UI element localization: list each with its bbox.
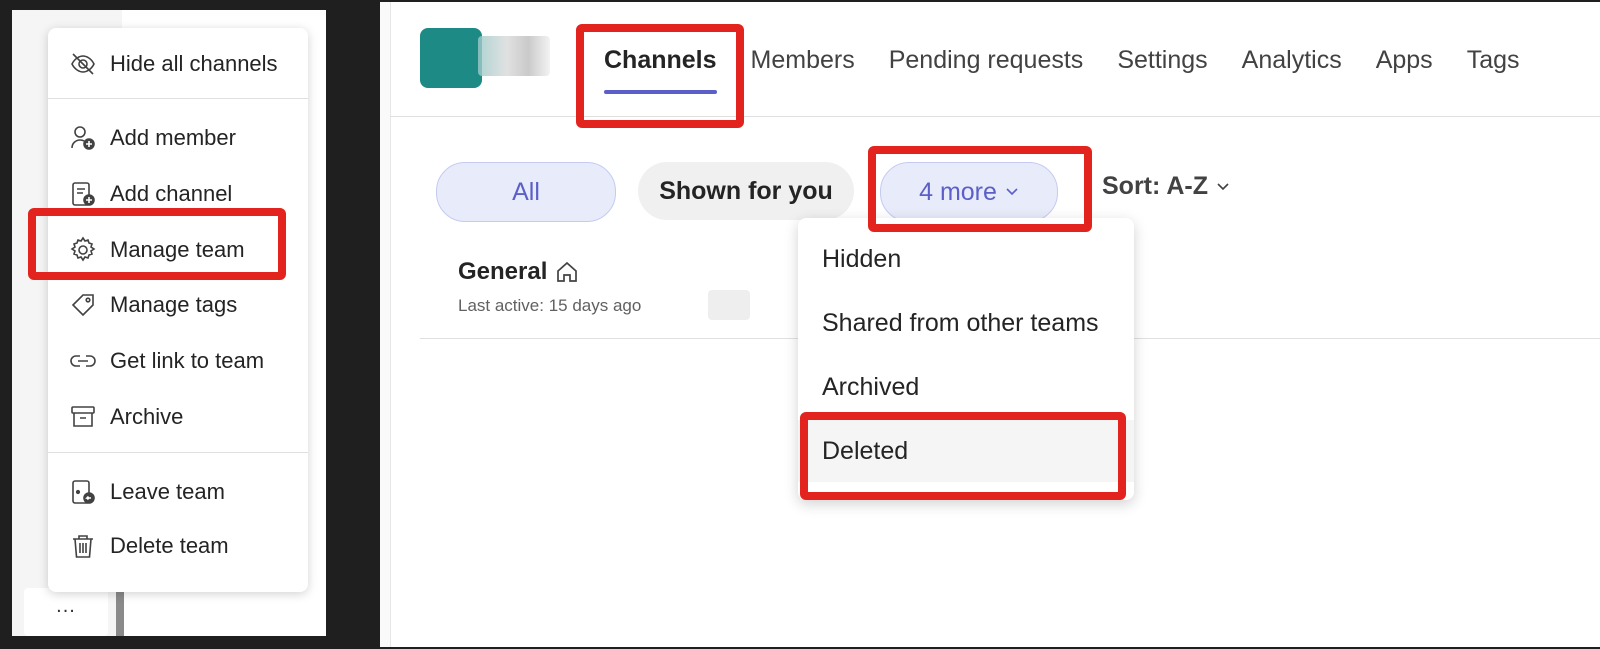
menu-item-manage-tags[interactable]: Manage tags	[48, 281, 308, 329]
menu-item-label: Add channel	[110, 181, 233, 206]
menu-item-label: Leave team	[110, 479, 225, 504]
menu-divider	[48, 98, 308, 99]
tab-bar: Channels Members Pending requests Settin…	[604, 32, 1554, 94]
chevron-down-icon	[1005, 183, 1019, 201]
chevron-down-icon	[1216, 178, 1230, 196]
filter-all-label: All	[512, 177, 540, 206]
tab-label: Channels	[604, 46, 717, 74]
tab-label: Tags	[1466, 46, 1520, 74]
menu-item-label: Hide all channels	[110, 51, 278, 76]
tab-settings[interactable]: Settings	[1117, 32, 1207, 88]
dropdown-item-deleted[interactable]: Deleted	[798, 420, 1134, 482]
home-icon	[555, 260, 579, 284]
filter-all-button[interactable]: All	[436, 162, 616, 222]
panel-border	[380, 2, 391, 647]
gear-icon	[68, 235, 98, 265]
tab-analytics[interactable]: Analytics	[1242, 32, 1342, 88]
dropdown-item-archived[interactable]: Archived	[798, 356, 1134, 418]
menu-item-label: Manage team	[110, 237, 245, 262]
tab-pending-requests[interactable]: Pending requests	[889, 32, 1084, 88]
tab-apps[interactable]: Apps	[1376, 32, 1433, 88]
tab-channels[interactable]: Channels	[604, 32, 717, 94]
filter-more-label: 4 more	[919, 177, 997, 206]
dropdown-item-label: Shared from other teams	[822, 308, 1099, 337]
filter-shown-for-you-button[interactable]: Shown for you	[638, 162, 854, 220]
dropdown-item-shared[interactable]: Shared from other teams	[798, 292, 1134, 354]
menu-item-get-link[interactable]: Get link to team	[48, 337, 308, 385]
more-filters-dropdown: Hidden Shared from other teams Archived …	[798, 218, 1134, 500]
team-avatar	[420, 28, 482, 88]
menu-item-label: Delete team	[110, 533, 229, 558]
dropdown-item-label: Deleted	[822, 436, 909, 465]
menu-item-delete-team[interactable]: Delete team	[48, 522, 308, 570]
archive-icon	[68, 402, 98, 432]
tab-label: Analytics	[1241, 46, 1342, 74]
eye-off-icon	[68, 49, 98, 79]
menu-item-archive[interactable]: Archive	[48, 393, 308, 441]
tab-members[interactable]: Members	[751, 32, 855, 88]
filter-more-button[interactable]: 4 more	[880, 162, 1058, 222]
menu-item-add-channel[interactable]: Add channel	[48, 170, 308, 218]
header-divider	[390, 116, 1600, 117]
filter-shown-label: Shown for you	[659, 176, 833, 205]
menu-item-label: Add member	[110, 125, 236, 150]
channel-add-icon	[68, 179, 98, 209]
menu-item-label: Get link to team	[110, 348, 265, 373]
trash-icon	[68, 531, 98, 561]
team-context-menu: Hide all channels Add member Add channel	[48, 28, 308, 592]
channel-name: General	[458, 258, 548, 285]
link-icon	[68, 346, 98, 376]
dropdown-item-label: Hidden	[822, 244, 902, 273]
menu-divider	[48, 452, 308, 453]
active-tab-indicator	[604, 90, 717, 94]
left-panel: ... Hide all channels Add member Add cha…	[12, 10, 326, 636]
sort-label: Sort: A-Z	[1102, 172, 1208, 200]
team-name-redacted	[478, 36, 550, 76]
manage-team-panel: Channels Members Pending requests Settin…	[380, 2, 1600, 647]
dropdown-item-hidden[interactable]: Hidden	[798, 228, 1134, 290]
tab-label: Members	[750, 46, 855, 74]
menu-item-label: Manage tags	[110, 292, 238, 317]
menu-item-add-member[interactable]: Add member	[48, 114, 308, 162]
tab-tags[interactable]: Tags	[1467, 32, 1520, 88]
channel-name-wrap: General	[458, 258, 579, 286]
menu-item-leave-team[interactable]: Leave team	[48, 468, 308, 516]
tag-icon	[68, 290, 98, 320]
channel-last-active: Last active: 15 days ago	[458, 296, 642, 315]
channel-meta-redacted	[708, 290, 750, 320]
dropdown-item-label: Archived	[822, 372, 920, 401]
tab-label: Pending requests	[888, 46, 1084, 74]
person-add-icon	[68, 123, 98, 153]
sort-button[interactable]: Sort: A-Z	[1102, 172, 1230, 201]
menu-item-label: Archive	[110, 404, 184, 429]
leave-icon	[68, 477, 98, 507]
tab-label: Apps	[1375, 46, 1433, 74]
tab-label: Settings	[1117, 46, 1208, 74]
menu-item-manage-team[interactable]: Manage team	[48, 226, 308, 274]
menu-item-hide-all-channels[interactable]: Hide all channels	[48, 40, 308, 88]
more-options-button[interactable]: ...	[24, 588, 108, 636]
